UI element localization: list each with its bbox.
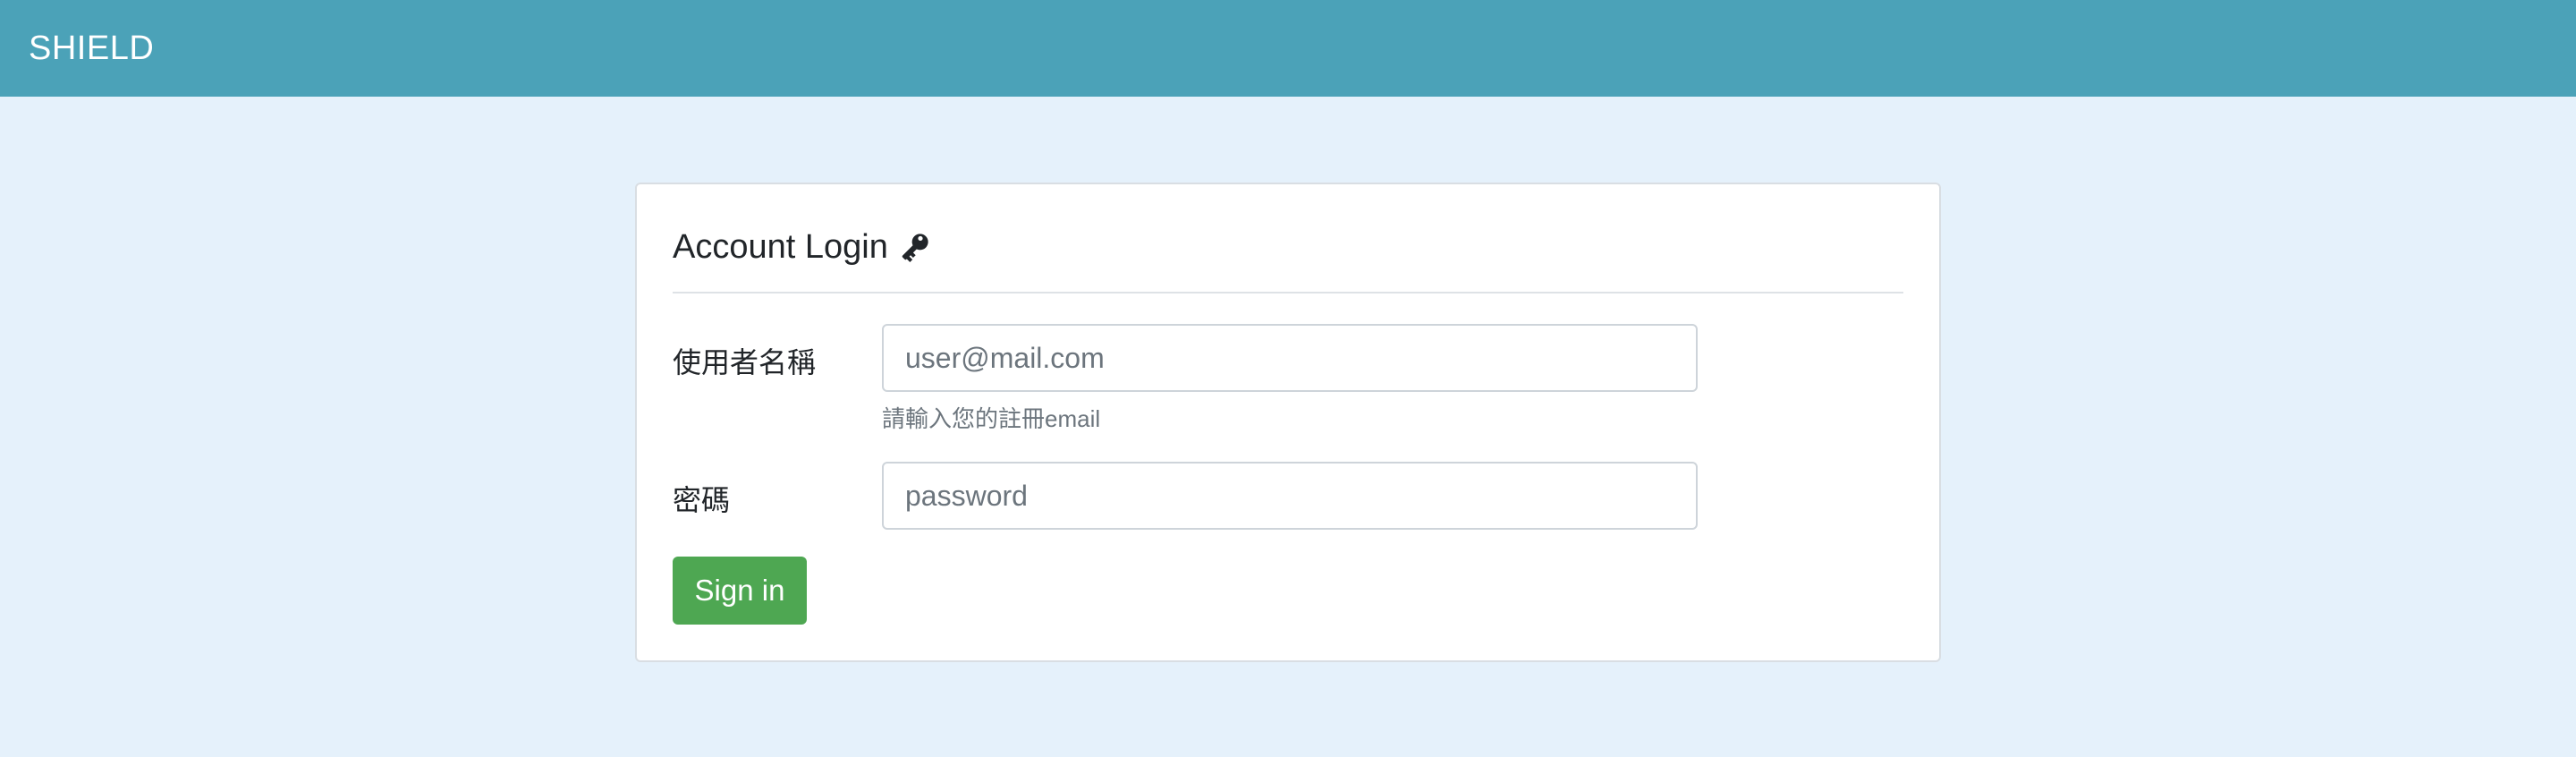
card-divider [673,292,1903,293]
brand-logo-text[interactable]: SHIELD [29,30,154,68]
username-help-text: 請輸入您的註冊email [882,405,1101,432]
password-input[interactable] [882,462,1698,530]
username-input[interactable] [882,324,1698,392]
login-card-header: Account Login [673,220,935,274]
password-label: 密碼 [673,484,731,516]
top-navbar: SHIELD [0,0,2576,97]
login-title: Account Login [673,227,888,266]
key-icon [902,234,928,262]
username-label: 使用者名稱 [673,346,817,378]
login-card: Account Login 使用者名稱 請輸入您的註冊email 密碼 Sign… [635,183,1941,662]
sign-in-button[interactable]: Sign in [673,557,807,625]
